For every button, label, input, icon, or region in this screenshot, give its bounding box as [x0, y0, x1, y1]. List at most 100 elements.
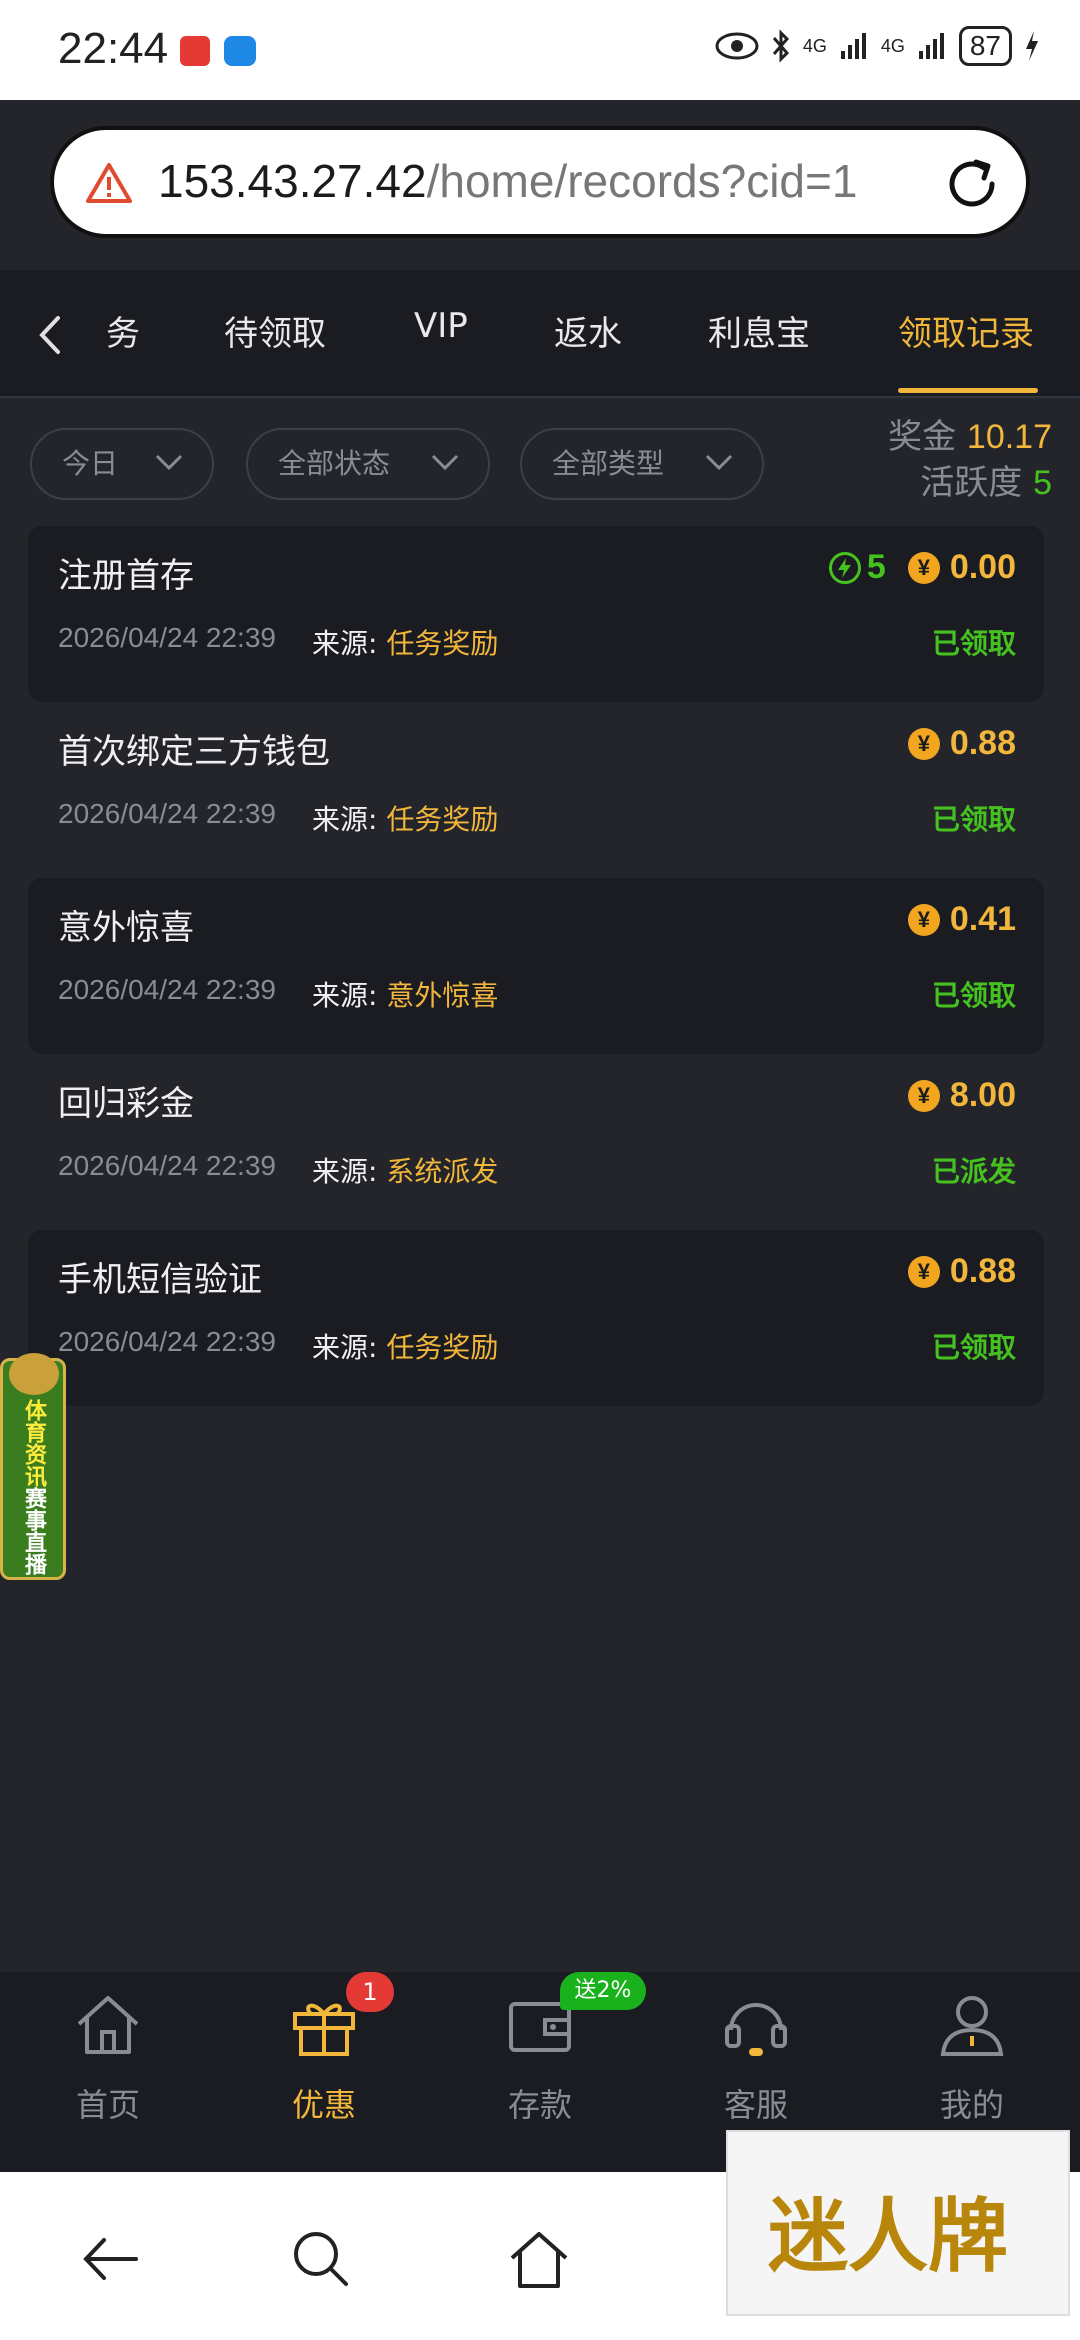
- coin-icon: ¥: [907, 551, 940, 584]
- active-tab-indicator: [898, 388, 1038, 393]
- type-filter-label: 全部类型: [552, 447, 665, 480]
- chevron-down-icon: [705, 454, 733, 471]
- bluetooth-icon: [772, 29, 789, 63]
- message-app-icon: [224, 36, 256, 66]
- warning-icon[interactable]: [86, 162, 132, 204]
- record-date: 2026/04/24 22:39: [58, 798, 276, 829]
- url-host: 153.43.27.42: [158, 155, 427, 207]
- url-text[interactable]: 153.43.27.42/home/records?cid=1: [158, 154, 857, 208]
- nav-promo[interactable]: 优惠: [254, 1992, 394, 2126]
- nav-support-label: 客服: [723, 2086, 788, 2124]
- source-value: 系统派发: [386, 1155, 499, 1188]
- record-card[interactable]: 意外惊喜 ¥ 0.41 2026/04/24 22:39 来源: 意外惊喜 已领…: [28, 878, 1044, 1054]
- back-icon[interactable]: [74, 2224, 144, 2294]
- nav-home[interactable]: 首页: [38, 1992, 178, 2126]
- promo-count-badge: 1: [346, 1972, 394, 2012]
- status-icons: 4G 4G 87: [715, 26, 1040, 66]
- record-date: 2026/04/24 22:39: [58, 1150, 276, 1181]
- bonus-label: 奖金: [888, 417, 957, 457]
- home-nav-icon[interactable]: [504, 2224, 574, 2294]
- record-status: 已领取: [931, 627, 1016, 660]
- record-card[interactable]: 手机短信验证 ¥ 0.88 2026/04/24 22:39 来源: 任务奖励 …: [28, 1230, 1044, 1406]
- signal-label-1: 4G: [802, 35, 827, 56]
- eye-icon: [715, 32, 759, 60]
- chevron-down-icon: [155, 454, 183, 471]
- record-title: 注册首存: [58, 556, 194, 596]
- category-tabs: 务 待领取 VIP 返水 利息宝 领取记录: [0, 270, 1080, 398]
- brand-watermark: 迷人牌: [726, 2130, 1070, 2316]
- record-amount: 5 ¥ 0.00: [828, 548, 1016, 587]
- date-filter[interactable]: 今日: [30, 428, 214, 500]
- source-label: 来源:: [312, 979, 378, 1012]
- deposit-bonus-badge: 送2%: [560, 1972, 646, 2010]
- chevron-left-icon[interactable]: [30, 310, 70, 360]
- url-bar[interactable]: 153.43.27.42/home/records?cid=1: [50, 126, 1030, 238]
- status-filter-label: 全部状态: [278, 447, 391, 480]
- record-status: 已派发: [931, 1155, 1016, 1188]
- trophy-icon: [9, 1353, 59, 1395]
- source-label: 来源:: [312, 1331, 378, 1364]
- source-label: 来源:: [312, 803, 378, 836]
- source-label: 来源:: [312, 1155, 378, 1188]
- record-title: 回归彩金: [58, 1084, 194, 1124]
- tab-task[interactable]: 务: [106, 306, 140, 355]
- record-amount: ¥ 0.88: [907, 1252, 1016, 1291]
- activity-bonus: 5: [828, 548, 886, 587]
- lightning-icon: [828, 551, 861, 584]
- record-status: 已领取: [931, 803, 1016, 836]
- record-source: 来源: 意外惊喜: [312, 974, 498, 1014]
- record-amount: ¥ 0.41: [907, 900, 1016, 939]
- activity-amount: 5: [866, 548, 886, 586]
- tab-rebate[interactable]: 返水: [554, 306, 622, 355]
- record-card[interactable]: 注册首存 5 ¥ 0.00 2026/04/24 22:39 来源: 任务奖励 …: [28, 526, 1044, 702]
- banner-line1: 体育资讯: [21, 1399, 46, 1487]
- user-icon: [940, 1996, 1004, 2056]
- source-label: 来源:: [312, 627, 378, 660]
- record-source: 来源: 系统派发: [312, 1150, 498, 1190]
- record-title: 意外惊喜: [58, 908, 194, 948]
- activity-label: 活跃度: [920, 463, 1023, 503]
- tab-interest[interactable]: 利息宝: [708, 306, 810, 355]
- type-filter[interactable]: 全部类型: [520, 428, 764, 500]
- coin-icon: ¥: [907, 727, 940, 760]
- charging-icon: [1026, 31, 1038, 61]
- status-time: 22:44: [58, 24, 169, 73]
- record-amount: ¥ 0.88: [907, 724, 1016, 763]
- nav-promo-label: 优惠: [291, 2086, 356, 2124]
- nav-support[interactable]: 客服: [686, 1992, 826, 2126]
- tab-records[interactable]: 领取记录: [898, 306, 1034, 355]
- amount-value: 8.00: [949, 1076, 1016, 1114]
- record-source: 来源: 任务奖励: [312, 798, 498, 838]
- tab-vip[interactable]: VIP: [414, 306, 468, 346]
- amount-value: 0.88: [949, 1252, 1016, 1290]
- coin-icon: ¥: [907, 1079, 940, 1112]
- record-card[interactable]: 首次绑定三方钱包 ¥ 0.88 2026/04/24 22:39 来源: 任务奖…: [28, 702, 1044, 878]
- nav-home-label: 首页: [75, 2086, 140, 2124]
- nav-profile[interactable]: 我的: [902, 1992, 1042, 2126]
- record-status: 已领取: [931, 979, 1016, 1012]
- status-filter[interactable]: 全部状态: [246, 428, 490, 500]
- bonus-value: 10.17: [966, 418, 1052, 456]
- amount-value: 0.88: [949, 724, 1016, 762]
- record-source: 来源: 任务奖励: [312, 1326, 498, 1366]
- record-card[interactable]: 回归彩金 ¥ 8.00 2026/04/24 22:39 来源: 系统派发 已派…: [28, 1054, 1044, 1230]
- record-source: 来源: 任务奖励: [312, 622, 498, 662]
- headset-icon: [725, 2003, 787, 2056]
- source-value: 任务奖励: [386, 803, 499, 836]
- banner-line2: 赛事直播: [21, 1487, 46, 1575]
- chevron-down-icon: [431, 454, 459, 471]
- amount-value: 0.41: [949, 900, 1016, 938]
- signal-label-2: 4G: [880, 35, 905, 56]
- record-title: 首次绑定三方钱包: [58, 732, 330, 772]
- watermark-text: 迷人牌: [768, 2189, 1008, 2283]
- date-filter-label: 今日: [62, 447, 119, 480]
- search-icon[interactable]: [286, 2224, 356, 2294]
- activity-value: 5: [1033, 464, 1052, 502]
- reload-icon[interactable]: [940, 152, 1004, 216]
- tab-pending[interactable]: 待领取: [224, 306, 326, 355]
- signal-icon-1: [840, 33, 866, 59]
- record-title: 手机短信验证: [58, 1260, 262, 1300]
- record-date: 2026/04/24 22:39: [58, 974, 276, 1005]
- sports-live-banner[interactable]: 体育资讯 赛事直播: [0, 1353, 66, 1580]
- nav-deposit[interactable]: 存款: [470, 1992, 610, 2126]
